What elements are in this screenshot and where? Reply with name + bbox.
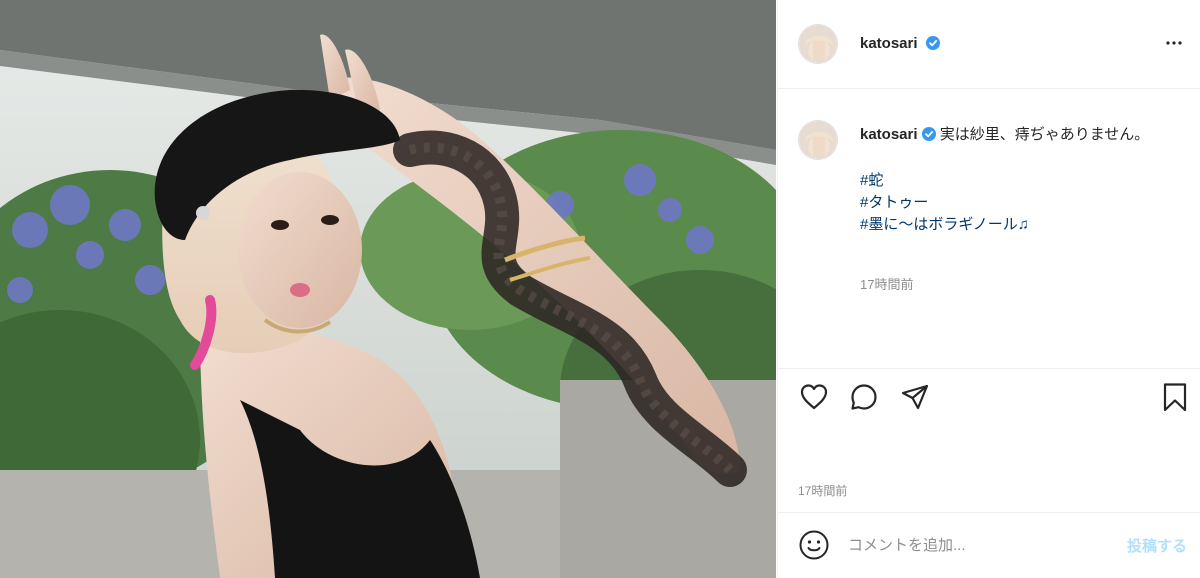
heart-icon[interactable] <box>798 381 830 418</box>
caption-avatar[interactable] <box>798 120 838 160</box>
author-username-row: katosari <box>860 35 940 55</box>
bookmark-icon[interactable] <box>1159 381 1191 418</box>
caption-text: 実は紗里、痔ぢゃありません。 <box>939 126 1150 143</box>
post-caption: katosari 実は紗里、痔ぢゃありません。 #蛇 #タトゥー #墨に〜はボラ… <box>860 124 1180 236</box>
post-timestamp: 17時間前 <box>798 484 848 498</box>
author-avatar[interactable] <box>798 24 838 64</box>
post-side-panel: katosari katosari 実は紗里、痔ぢゃありません。 #蛇 #タトゥ… <box>777 0 1200 578</box>
author-username[interactable]: katosari <box>860 35 918 52</box>
hashtag-borraginol[interactable]: #墨に〜はボラギノール♫ <box>860 214 1180 236</box>
caption-verified-badge-icon <box>921 126 936 148</box>
action-bar: 17時間前 <box>778 368 1200 529</box>
hashtag-tattoo[interactable]: #タトゥー <box>860 192 1180 214</box>
hashtag-snake[interactable]: #蛇 <box>860 170 1180 192</box>
post-photo[interactable] <box>0 0 776 578</box>
more-options-icon[interactable] <box>1165 34 1183 57</box>
comment-input[interactable] <box>848 532 1098 558</box>
hashtag-list: #蛇 #タトゥー #墨に〜はボラギノール♫ <box>860 170 1180 236</box>
comment-bar: 投稿する <box>778 512 1200 578</box>
post-image <box>0 0 776 578</box>
post-header: katosari <box>778 0 1200 89</box>
smiley-icon[interactable] <box>798 529 830 566</box>
comment-icon[interactable] <box>848 381 880 418</box>
post-comment-button[interactable]: 投稿する <box>1127 535 1187 556</box>
verified-badge-icon <box>926 36 940 55</box>
caption-username[interactable]: katosari <box>860 126 918 143</box>
caption-timestamp: 17時間前 <box>860 277 914 292</box>
share-icon[interactable] <box>899 381 931 418</box>
